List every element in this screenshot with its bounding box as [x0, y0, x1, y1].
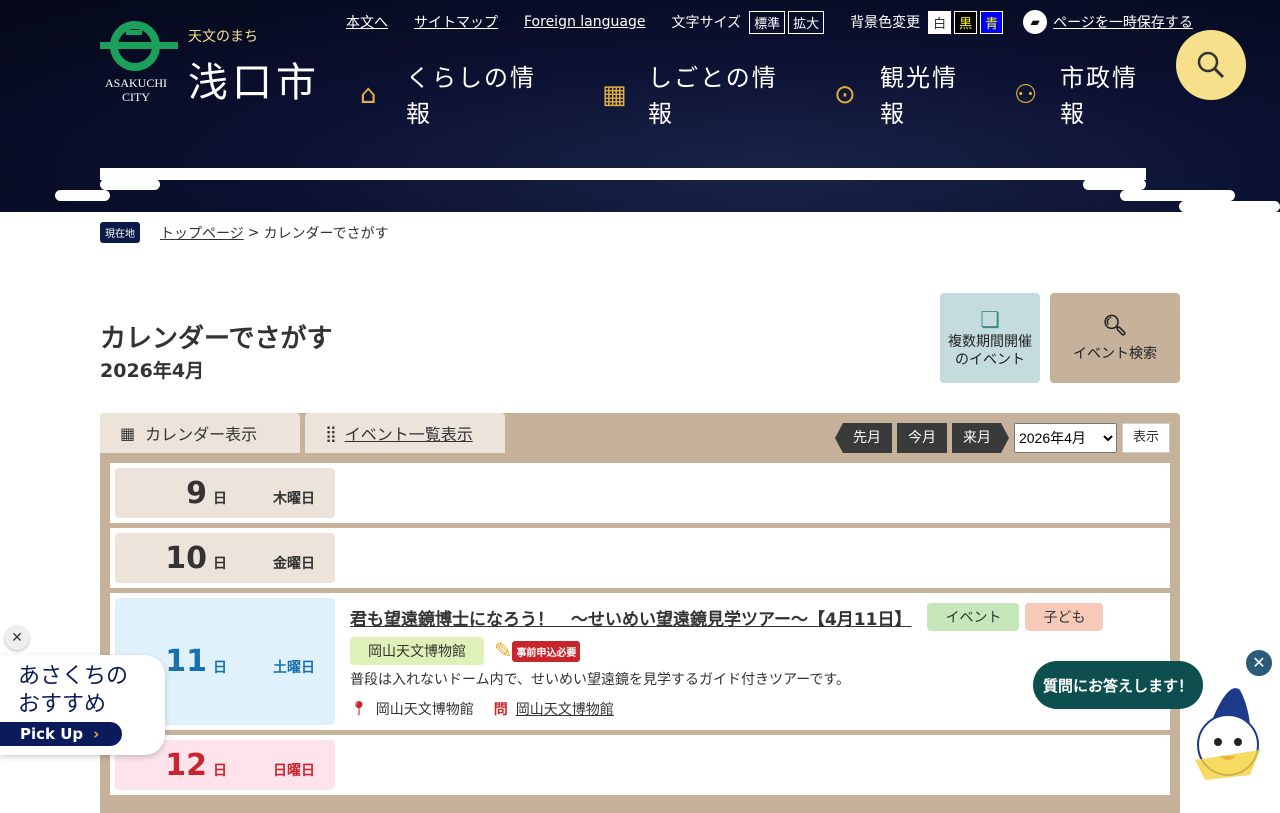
mascot-icon — [1195, 688, 1260, 780]
cloud-decoration — [1083, 179, 1146, 190]
bg-white-button[interactable]: 白 — [928, 10, 952, 34]
month-controls: 先月 今月 来月 2026年4月 表示 — [834, 423, 1170, 453]
venue-tag: 岡山天文博物館 — [350, 637, 484, 665]
breadcrumb-home-link[interactable]: トップページ — [160, 223, 244, 243]
utility-nav: 本文へ サイトマップ Foreign language 文字サイズ 標準 拡大 … — [346, 10, 1193, 34]
nav-work[interactable]: ▦ しごとの情報 — [602, 60, 798, 132]
font-size-standard-button[interactable]: 標準 — [749, 10, 786, 34]
pickup-close-button[interactable]: ✕ — [5, 626, 29, 650]
nav-tourism[interactable]: ⊙ 観光情報 — [834, 60, 980, 132]
current-month: 2026年4月 — [100, 360, 205, 382]
prev-month-button[interactable]: 先月 — [834, 423, 892, 453]
bg-color-label: 背景色変更 — [850, 15, 921, 31]
calendar-icon: ▦ — [120, 423, 136, 443]
event-location: 岡山天文博物館 — [375, 702, 474, 718]
next-month-button[interactable]: 来月 — [952, 423, 1009, 453]
calendar-day-row: 9 日木曜日 — [110, 463, 1170, 523]
breadcrumb-current: カレンダーでさがす — [263, 225, 389, 242]
search-button[interactable] — [1176, 30, 1246, 100]
contact-link[interactable]: 岡山天文博物館 — [516, 699, 614, 719]
cloud-decoration — [55, 190, 110, 201]
font-size-large-button[interactable]: 拡大 — [788, 10, 825, 34]
nav-city-admin[interactable]: ⚇ 市政情報 — [1014, 60, 1160, 132]
multi-period-events-button[interactable]: ❏ 複数期間開催のイベント — [940, 293, 1040, 383]
page-title: カレンダーでさがす — [100, 324, 333, 354]
pickup-line1: あさくちの — [18, 664, 129, 689]
cloud-decoration — [100, 179, 160, 190]
bg-blue-button[interactable]: 青 — [980, 10, 1004, 34]
chatbot-mascot[interactable] — [1190, 680, 1266, 790]
current-location-label: 現在地 — [100, 222, 140, 243]
logo-tagline: 天文のまち — [188, 29, 258, 45]
chevron-right-icon: › — [93, 725, 100, 743]
map-pin-icon: ⊙ — [834, 80, 858, 110]
day-cell: 10 日金曜日 — [115, 533, 335, 583]
calendar-panel: ▦ カレンダー表示 ⣿ イベント一覧表示 先月 今月 来月 2026年4月 表示 9… — [100, 413, 1180, 813]
nav-living[interactable]: ⌂ くらしの情報 — [360, 60, 556, 132]
tab-calendar-view[interactable]: ▦ カレンダー表示 — [100, 413, 300, 453]
calendar-day-row: 11 日土曜日 君も望遠鏡博士になろう！ ～せいめい望遠鏡見学ツアー～【4月11日… — [110, 593, 1170, 730]
city-emblem-icon — [100, 21, 178, 71]
logo-city-name: 浅口市 — [188, 60, 320, 106]
category-tag-children: 子ども — [1025, 603, 1104, 631]
search-icon — [1197, 51, 1225, 79]
cloud-decoration — [1120, 190, 1235, 201]
people-icon: ⚇ — [1014, 80, 1040, 110]
pickup-button[interactable]: Pick Up › — [0, 722, 122, 746]
calendar-day-row: 12 日日曜日 — [110, 735, 1170, 795]
event-search-button[interactable]: 🔍︎ イベント検索 — [1050, 293, 1180, 383]
book-icon: ❏ — [980, 307, 1000, 333]
header-divider — [100, 168, 1146, 180]
grid-icon: ⣿ — [325, 423, 337, 443]
site-header: ASAKUCHI CITY 天文のまち 浅口市 本文へ サイトマップ Forei… — [0, 0, 1280, 212]
event-item: 君も望遠鏡博士になろう！ ～せいめい望遠鏡見学ツアー～【4月11日】 イベント … — [350, 603, 1160, 719]
day-cell: 9 日木曜日 — [115, 468, 335, 518]
search-icon: 🔍︎ — [1102, 313, 1128, 337]
reservation-required-badge: ✎ 事前申込必要 — [494, 638, 581, 664]
chatbot-close-button[interactable]: ✕ — [1244, 648, 1274, 678]
category-tag-event: イベント — [927, 603, 1020, 631]
month-select[interactable]: 2026年4月 — [1013, 423, 1117, 453]
tab-event-list[interactable]: ⣿ イベント一覧表示 — [305, 413, 505, 453]
location-pin-icon: 📍︎ — [350, 701, 368, 717]
contact-icon: 問 — [493, 702, 508, 718]
font-size-label: 文字サイズ — [671, 15, 742, 31]
sitemap-link[interactable]: サイトマップ — [414, 12, 498, 32]
logo-english: ASAKUCHI CITY — [104, 76, 167, 104]
pickup-banner[interactable]: あさくちのおすすめ Pick Up › — [0, 655, 165, 755]
chatbot-bubble[interactable]: 質問にお答えします！ — [1033, 661, 1203, 709]
event-title-link[interactable]: 君も望遠鏡博士になろう！ ～せいめい望遠鏡見学ツアー～【4月11日】 — [350, 605, 911, 630]
foreign-language-link[interactable]: Foreign language — [524, 14, 645, 30]
this-month-button[interactable]: 今月 — [896, 423, 947, 453]
skip-to-content-link[interactable]: 本文へ — [346, 12, 388, 32]
pickup-line2: おすすめ — [18, 692, 107, 717]
house-icon: ⌂ — [360, 80, 379, 110]
bg-black-button[interactable]: 黒 — [954, 10, 978, 34]
calendar-day-row: 10 日金曜日 — [110, 528, 1170, 588]
show-button[interactable]: 表示 — [1121, 423, 1170, 453]
pencil-icon: ✎ — [494, 638, 513, 664]
folder-icon: ▰ — [1023, 10, 1048, 34]
cloud-decoration — [1179, 201, 1280, 212]
save-page-link[interactable]: ページを一時保存する — [1053, 12, 1193, 32]
building-icon: ▦ — [602, 80, 629, 110]
breadcrumb: 現在地 トップページ > カレンダーでさがす — [100, 222, 389, 243]
